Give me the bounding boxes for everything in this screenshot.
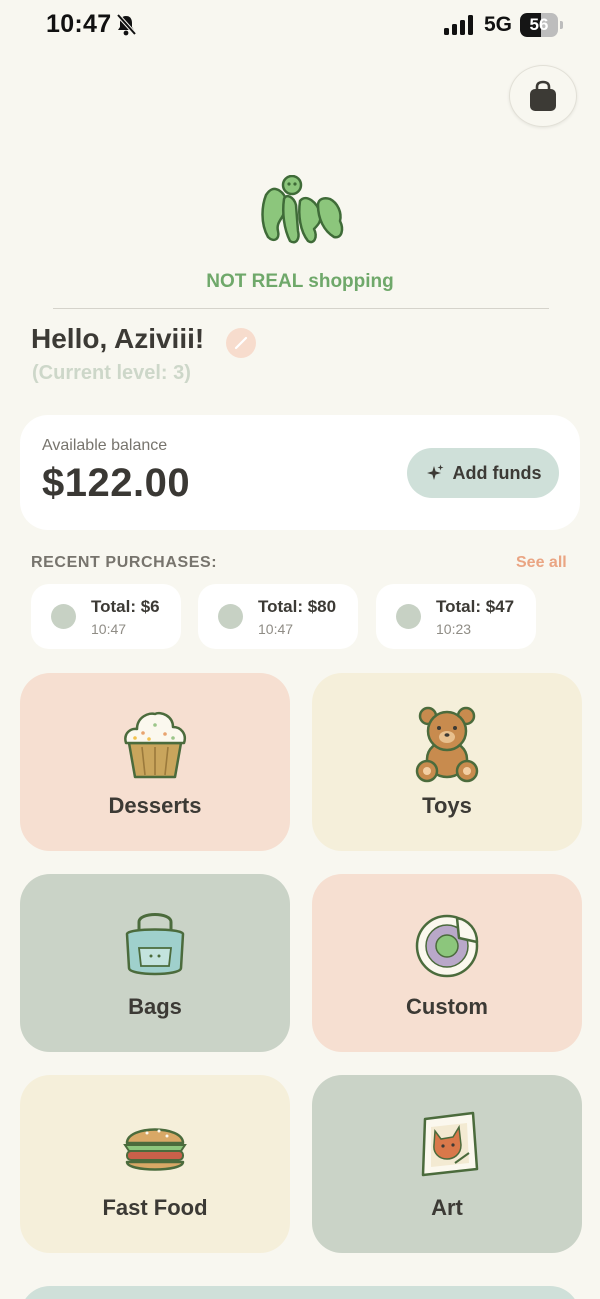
purchase-time: 10:23 [436,621,472,637]
category-label: Fast Food [102,1195,208,1220]
category-bags[interactable]: Bags [20,874,290,1052]
cart-button[interactable] [509,65,577,127]
category-art[interactable]: Art [312,1075,582,1253]
purchase-dot [218,604,243,629]
network-type: 5G [484,13,513,36]
balance-card: Available balance $122.00 Add funds [20,415,580,530]
bell-slash-icon [116,13,137,36]
add-funds-label: Add funds [452,462,542,483]
see-all-link[interactable]: See all [516,554,567,572]
purchase-item[interactable]: Total: $47 10:23 [376,584,536,649]
battery-icon: 56 [520,13,564,37]
purchase-dot [51,604,76,629]
category-toys[interactable]: Toys [312,673,582,851]
tagline: NOT REAL shopping [206,271,394,292]
burger-icon [123,1128,187,1171]
purchase-item[interactable]: Total: $80 10:47 [198,584,358,649]
art-print-icon [421,1111,479,1177]
category-custom[interactable]: Custom [312,874,582,1052]
teddy-bear-icon [415,706,479,783]
add-funds-button[interactable]: Add funds [407,448,559,498]
greeting-title: Hello, Aziviii! [31,323,205,354]
shopping-bag-icon [530,80,556,111]
category-label: Custom [406,994,488,1019]
status-time: 10:47 [46,10,112,38]
category-label: Toys [422,793,472,818]
balance-amount: $122.00 [42,461,191,505]
app-logo [261,175,344,244]
purchase-total: Total: $80 [258,597,337,616]
purchase-time: 10:47 [91,621,127,637]
battery-percent: 56 [529,15,549,34]
category-label: Art [431,1195,463,1220]
divider [53,308,549,309]
signal-icon [444,15,473,35]
sparkle-icon [426,464,443,480]
purchase-dot [396,604,421,629]
pencil-icon [234,336,248,350]
category-label: Bags [128,994,182,1019]
purchase-item[interactable]: Total: $6 10:47 [31,584,181,649]
cupcake-icon [124,711,186,779]
category-card-partial[interactable] [20,1286,580,1299]
tote-bag-icon [125,913,185,976]
category-fast-food[interactable]: Fast Food [20,1075,290,1253]
purchase-time: 10:47 [258,621,294,637]
recent-purchases-title: RECENT PURCHASES: [31,554,218,571]
balance-label: Available balance [42,437,168,454]
status-bar: 10:47 5G 56 [0,0,600,52]
sticker-icon [415,914,479,978]
edit-name-button[interactable] [226,328,256,358]
purchase-total: Total: $47 [436,597,515,616]
category-label: Desserts [108,793,202,818]
category-desserts[interactable]: Desserts [20,673,290,851]
current-level: (Current level: 3) [32,362,191,384]
purchase-total: Total: $6 [91,597,160,616]
